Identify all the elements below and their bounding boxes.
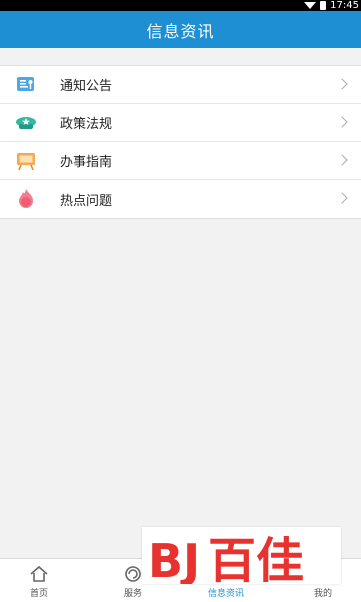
menu-item-policies[interactable]: 政策法规 bbox=[0, 104, 361, 142]
menu-item-guide[interactable]: 办事指南 bbox=[0, 142, 361, 180]
title-bar: 信息资讯 bbox=[0, 11, 361, 48]
chevron-right-icon bbox=[336, 192, 348, 204]
status-time: 17:45 bbox=[330, 0, 359, 11]
logo-text: 百佳 bbox=[208, 533, 304, 584]
menu-item-label: 办事指南 bbox=[60, 155, 113, 170]
nav-item-home[interactable]: 首页 bbox=[3, 559, 75, 602]
easel-board-icon bbox=[17, 153, 35, 171]
nav-label: 首页 bbox=[29, 589, 48, 599]
notice-board-icon bbox=[17, 77, 34, 91]
nav-label: 服务 bbox=[123, 589, 142, 599]
menu-item-hot-topics[interactable]: 热点问题 bbox=[0, 180, 361, 218]
logo-letters: BJ bbox=[148, 534, 200, 584]
nav-label: 信息资讯 bbox=[207, 589, 244, 599]
page-title: 信息资讯 bbox=[146, 21, 215, 41]
info-menu: 通知公告 政策法规 办事指南 热点问题 bbox=[0, 65, 361, 219]
chevron-right-icon bbox=[336, 116, 348, 128]
battery-icon bbox=[320, 1, 327, 10]
chevron-right-icon bbox=[336, 154, 348, 166]
chevron-right-icon bbox=[336, 78, 348, 90]
baijia-watermark-logo: BJ 百佳 bbox=[142, 527, 341, 589]
nav-label: 我的 bbox=[313, 589, 332, 599]
menu-item-label: 通知公告 bbox=[60, 79, 113, 94]
wifi-icon bbox=[304, 2, 317, 9]
police-cap-icon bbox=[16, 117, 36, 129]
hot-flame-icon bbox=[19, 189, 33, 208]
service-icon bbox=[125, 566, 141, 582]
baijia-logo-graphic: BJ 百佳 bbox=[148, 533, 304, 589]
menu-item-label: 热点问题 bbox=[60, 193, 113, 209]
menu-item-notices[interactable]: 通知公告 bbox=[0, 66, 361, 104]
menu-item-label: 政策法规 bbox=[60, 117, 113, 132]
status-bar: 17:45 bbox=[0, 0, 361, 11]
home-icon bbox=[30, 565, 48, 582]
